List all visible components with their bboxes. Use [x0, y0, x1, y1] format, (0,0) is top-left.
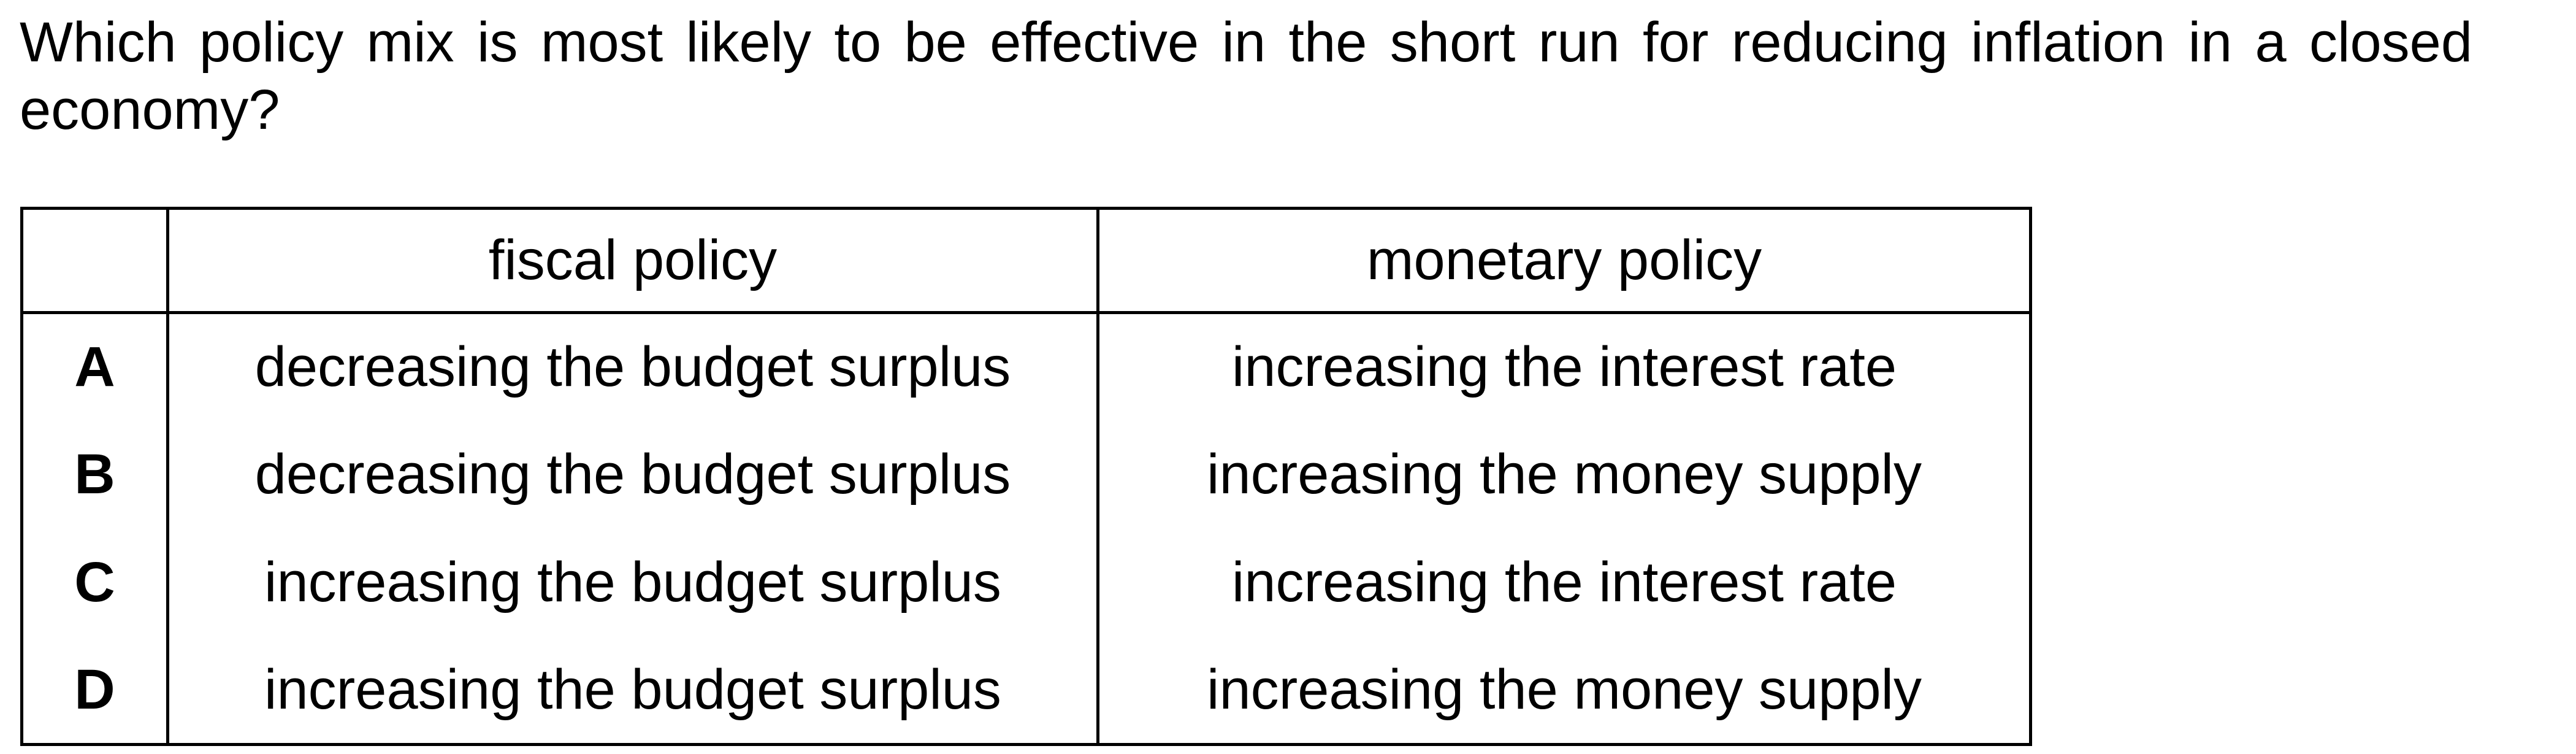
table-row: A decreasing the budget surplus increasi… [20, 312, 2032, 421]
option-letter: A [20, 312, 169, 421]
fiscal-policy-cell: decreasing the budget surplus [166, 312, 1099, 421]
fiscal-policy-cell: increasing the budget surplus [166, 528, 1099, 637]
monetary-policy-cell: increasing the interest rate [1096, 312, 2032, 421]
option-letter: D [20, 636, 169, 746]
option-letter: B [20, 420, 169, 529]
table-header-row: fiscal policy monetary policy [20, 207, 2032, 314]
header-monetary-policy: monetary policy [1096, 207, 2032, 314]
option-letter: C [20, 528, 169, 637]
monetary-policy-cell: increasing the interest rate [1096, 528, 2032, 637]
question-text: Which policy mix is most likely to be ef… [20, 11, 2472, 141]
table-row: D increasing the budget surplus increasi… [20, 636, 2032, 746]
fiscal-policy-cell: decreasing the budget surplus [166, 420, 1099, 529]
policy-options-table: fiscal policy monetary policy A decreasi… [20, 207, 2032, 746]
monetary-policy-cell: increasing the money supply [1096, 420, 2032, 529]
monetary-policy-cell: increasing the money supply [1096, 636, 2032, 746]
header-fiscal-policy: fiscal policy [166, 207, 1099, 314]
table-row: C increasing the budget surplus increasi… [20, 528, 2032, 637]
fiscal-policy-cell: increasing the budget surplus [166, 636, 1099, 746]
header-option-letter [20, 207, 169, 314]
table-row: B decreasing the budget surplus increasi… [20, 420, 2032, 529]
